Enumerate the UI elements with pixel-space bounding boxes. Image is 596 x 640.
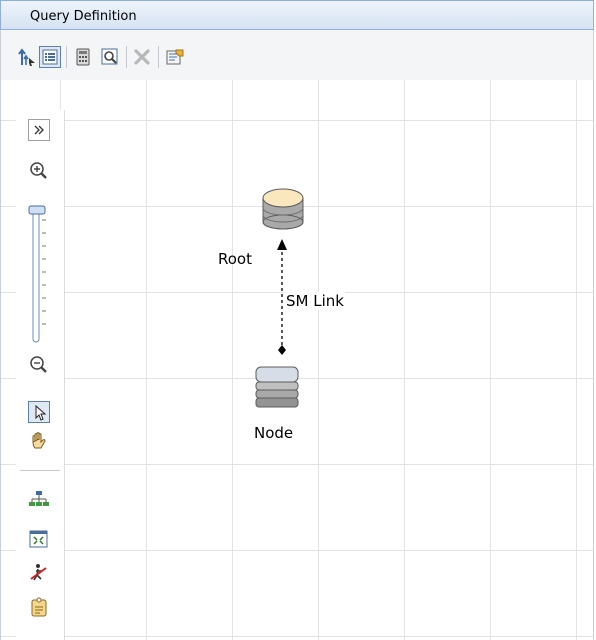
tag-icon[interactable] <box>28 596 50 618</box>
select-pointer-icon[interactable] <box>28 401 50 423</box>
root-node[interactable] <box>260 186 306 234</box>
panel-title-bar: Query Definition <box>0 0 594 30</box>
root-node-label: Root <box>218 250 252 268</box>
details-view-icon[interactable] <box>39 46 61 68</box>
hierarchy-layout-icon[interactable] <box>28 489 50 511</box>
pan-hand-icon[interactable] <box>28 431 50 453</box>
panel-separator <box>20 470 60 471</box>
panel-title: Query Definition <box>30 9 137 24</box>
expand-icon[interactable] <box>28 119 50 141</box>
zoom-slider-thumb <box>28 205 46 215</box>
calculator-icon[interactable] <box>72 46 94 68</box>
zoom-out-icon[interactable] <box>28 354 50 376</box>
toolbar-separator <box>66 46 67 68</box>
database-root-icon <box>262 188 304 230</box>
hide-element-icon[interactable] <box>28 562 50 584</box>
node-icon <box>255 366 299 408</box>
delete-icon <box>131 46 153 68</box>
node-element[interactable] <box>254 366 300 410</box>
zoom-slider[interactable] <box>26 200 50 346</box>
fit-to-window-icon[interactable] <box>28 528 50 550</box>
zoom-in-icon[interactable] <box>28 160 50 182</box>
preview-icon[interactable] <box>99 46 121 68</box>
diagram-canvas[interactable] <box>0 80 594 640</box>
link-label: SM Link <box>285 292 345 310</box>
navigate-up-icon[interactable] <box>16 46 38 68</box>
node-label: Node <box>254 424 294 442</box>
properties-icon[interactable] <box>164 46 186 68</box>
toolbar-separator <box>158 46 159 68</box>
toolbar-separator <box>126 46 127 68</box>
